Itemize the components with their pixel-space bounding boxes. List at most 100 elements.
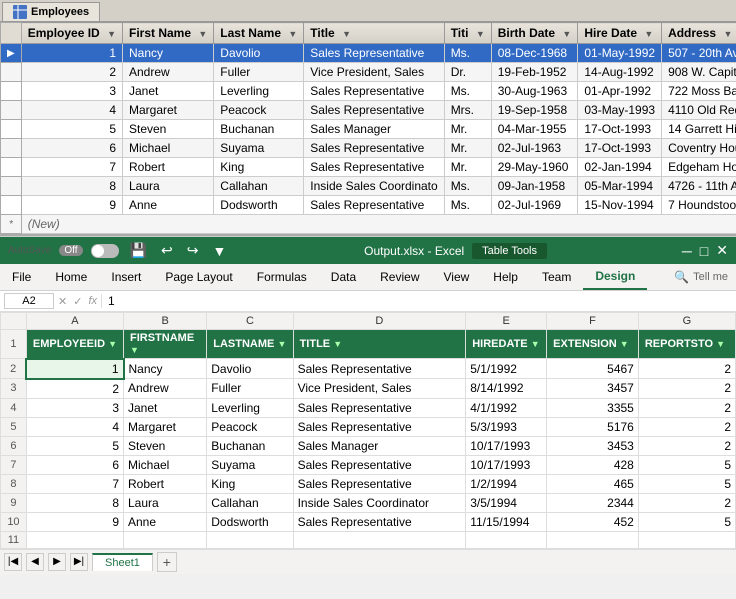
- sheet-tab-1[interactable]: Sheet1: [92, 553, 153, 571]
- close-btn[interactable]: ✕: [716, 242, 728, 259]
- cell-b-5[interactable]: Margaret: [124, 417, 207, 436]
- cell-titi[interactable]: Mrs.: [444, 101, 491, 120]
- cell-title[interactable]: Sales Manager: [304, 120, 444, 139]
- col-employee-id[interactable]: Employee ID ▼: [21, 23, 122, 44]
- cell-first-name[interactable]: Anne: [123, 196, 214, 215]
- cell-b-3[interactable]: Andrew: [124, 379, 207, 399]
- col-employeeid[interactable]: EMPLOYEEID ▼: [26, 330, 123, 359]
- cell-titi[interactable]: Ms.: [444, 177, 491, 196]
- tab-insert[interactable]: Insert: [99, 265, 153, 289]
- excel-grid-container[interactable]: A B C D E F G 1 EMPLOYEEID ▼ FIRSTNAME ▼…: [0, 312, 736, 549]
- undo-icon[interactable]: ↩: [158, 241, 176, 260]
- confirm-formula-icon[interactable]: ✓: [73, 295, 82, 308]
- access-table-container[interactable]: Employee ID ▼ First Name ▼ Last Name ▼ T…: [0, 22, 736, 234]
- insert-function-icon[interactable]: fx: [88, 295, 97, 308]
- maximize-btn[interactable]: □: [700, 243, 708, 259]
- cell-d-6[interactable]: Sales Manager: [293, 436, 466, 455]
- cell-birth-date[interactable]: 30-Aug-1963: [491, 82, 578, 101]
- cell-last-name[interactable]: Buchanan: [214, 120, 304, 139]
- cell-b-7[interactable]: Michael: [124, 455, 207, 474]
- col-titi[interactable]: Titi ▼: [444, 23, 491, 44]
- cell-c-9[interactable]: Callahan: [207, 493, 293, 512]
- cell-titi[interactable]: Mr.: [444, 158, 491, 177]
- excel-table-row[interactable]: 6 5 Steven Buchanan Sales Manager 10/17/…: [1, 436, 736, 455]
- col-extension[interactable]: EXTENSION ▼: [547, 330, 639, 359]
- cell-first-name[interactable]: Janet: [123, 82, 214, 101]
- excel-table-row[interactable]: 10 9 Anne Dodsworth Sales Representative…: [1, 512, 736, 531]
- sheet-nav-first[interactable]: |◀: [4, 553, 22, 571]
- access-table-row[interactable]: ▶ 1 Nancy Davolio Sales Representative M…: [1, 44, 736, 63]
- cell-title[interactable]: Inside Sales Coordinato: [304, 177, 444, 196]
- col-birth-date[interactable]: Birth Date ▼: [491, 23, 578, 44]
- customize-icon[interactable]: ▼: [209, 242, 229, 260]
- tab-view[interactable]: View: [432, 265, 482, 289]
- cell-address[interactable]: 4110 Old Redmond Rd.: [662, 101, 736, 120]
- cell-b-6[interactable]: Steven: [124, 436, 207, 455]
- cell-a-8[interactable]: 7: [26, 474, 123, 493]
- cell-last-name[interactable]: Fuller: [214, 63, 304, 82]
- col-lastname[interactable]: LASTNAME ▼: [207, 330, 293, 359]
- cell-hire-date[interactable]: 01-Apr-1992: [578, 82, 662, 101]
- cell-first-name[interactable]: Nancy: [123, 44, 214, 63]
- col-header-d[interactable]: D: [293, 313, 466, 330]
- new-row-label[interactable]: (New): [21, 215, 736, 234]
- cell-first-name[interactable]: Steven: [123, 120, 214, 139]
- col-header-b[interactable]: B: [124, 313, 207, 330]
- cell-last-name[interactable]: Davolio: [214, 44, 304, 63]
- cell-hire-date[interactable]: 02-Jan-1994: [578, 158, 662, 177]
- cell-f-4[interactable]: 3355: [547, 398, 639, 417]
- minimize-btn[interactable]: ─: [682, 243, 692, 259]
- cell-e-2[interactable]: 5/1/1992: [466, 359, 547, 379]
- col-header-a[interactable]: A: [26, 313, 123, 330]
- cell-f-3[interactable]: 3457: [547, 379, 639, 399]
- cell-e-11[interactable]: [466, 531, 547, 548]
- access-table-row[interactable]: 2 Andrew Fuller Vice President, Sales Dr…: [1, 63, 736, 82]
- cell-d-9[interactable]: Inside Sales Coordinator: [293, 493, 466, 512]
- autosave-toggle[interactable]: [91, 244, 119, 258]
- access-table-row[interactable]: 4 Margaret Peacock Sales Representative …: [1, 101, 736, 120]
- cell-hire-date[interactable]: 01-May-1992: [578, 44, 662, 63]
- cell-f-9[interactable]: 2344: [547, 493, 639, 512]
- cell-last-name[interactable]: King: [214, 158, 304, 177]
- col-title-excel[interactable]: TITLE ▼: [293, 330, 466, 359]
- cell-a-6[interactable]: 5: [26, 436, 123, 455]
- tab-review[interactable]: Review: [368, 265, 431, 289]
- cell-g-2[interactable]: 2: [638, 359, 735, 379]
- cell-last-name[interactable]: Dodsworth: [214, 196, 304, 215]
- col-reportsto[interactable]: REPORTSTO ▼: [638, 330, 735, 359]
- cell-title[interactable]: Sales Representative: [304, 82, 444, 101]
- cell-employee-id[interactable]: 9: [21, 196, 122, 215]
- col-hiredate[interactable]: HIREDATE ▼: [466, 330, 547, 359]
- employees-tab[interactable]: Employees: [2, 2, 100, 21]
- cell-first-name[interactable]: Andrew: [123, 63, 214, 82]
- cell-title[interactable]: Sales Representative: [304, 101, 444, 120]
- cell-d-8[interactable]: Sales Representative: [293, 474, 466, 493]
- cell-b-10[interactable]: Anne: [124, 512, 207, 531]
- cell-f-8[interactable]: 465: [547, 474, 639, 493]
- excel-table-row[interactable]: 5 4 Margaret Peacock Sales Representativ…: [1, 417, 736, 436]
- redo-icon[interactable]: ↪: [184, 241, 202, 260]
- cell-c-5[interactable]: Peacock: [207, 417, 293, 436]
- cell-title[interactable]: Sales Representative: [304, 196, 444, 215]
- access-table-row[interactable]: 7 Robert King Sales Representative Mr. 2…: [1, 158, 736, 177]
- tab-team[interactable]: Team: [530, 265, 583, 289]
- excel-table-row[interactable]: 7 6 Michael Suyama Sales Representative …: [1, 455, 736, 474]
- sheet-nav-next[interactable]: ▶: [48, 553, 66, 571]
- cell-hire-date[interactable]: 14-Aug-1992: [578, 63, 662, 82]
- cell-hire-date[interactable]: 17-Oct-1993: [578, 120, 662, 139]
- cell-e-3[interactable]: 8/14/1992: [466, 379, 547, 399]
- cell-d-5[interactable]: Sales Representative: [293, 417, 466, 436]
- cell-titi[interactable]: Ms.: [444, 44, 491, 63]
- cell-hire-date[interactable]: 15-Nov-1994: [578, 196, 662, 215]
- cell-b-9[interactable]: Laura: [124, 493, 207, 512]
- access-table-row[interactable]: 3 Janet Leverling Sales Representative M…: [1, 82, 736, 101]
- col-header-f[interactable]: F: [547, 313, 639, 330]
- cell-g-11[interactable]: [638, 531, 735, 548]
- sheet-nav-prev[interactable]: ◀: [26, 553, 44, 571]
- col-firstname[interactable]: FIRSTNAME ▼: [124, 330, 207, 359]
- cell-title[interactable]: Vice President, Sales: [304, 63, 444, 82]
- cancel-formula-icon[interactable]: ✕: [58, 295, 67, 308]
- cell-f-6[interactable]: 3453: [547, 436, 639, 455]
- cell-titi[interactable]: Dr.: [444, 63, 491, 82]
- cell-employee-id[interactable]: 7: [21, 158, 122, 177]
